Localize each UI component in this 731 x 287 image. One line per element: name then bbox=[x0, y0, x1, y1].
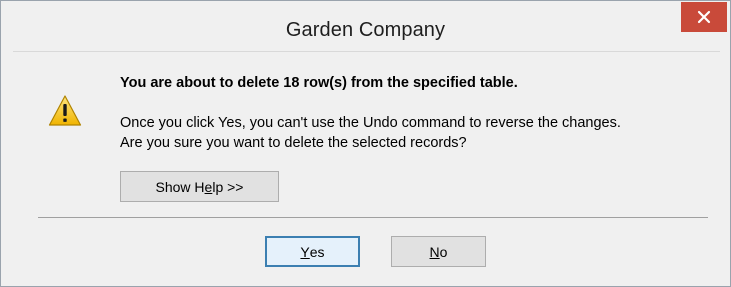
divider bbox=[38, 217, 708, 218]
close-icon bbox=[697, 10, 711, 24]
message-line-1: Once you click Yes, you can't use the Un… bbox=[120, 115, 621, 131]
dialog-body: You are about to delete 18 row(s) from t… bbox=[13, 51, 720, 267]
message-line-2: Are you sure you want to delete the sele… bbox=[120, 135, 467, 151]
show-help-label-post: lp >> bbox=[212, 178, 244, 195]
title-bar[interactable]: Garden Company bbox=[1, 1, 730, 51]
yes-button[interactable]: Yes bbox=[265, 236, 360, 267]
no-label-rest: o bbox=[439, 243, 448, 260]
close-button[interactable] bbox=[681, 2, 727, 32]
warning-triangle-icon bbox=[48, 95, 82, 126]
no-label-mnemonic: N bbox=[429, 243, 440, 260]
yes-label-mnemonic: Y bbox=[300, 243, 310, 260]
window-title: Garden Company bbox=[285, 19, 446, 41]
show-help-label-pre: Show H bbox=[155, 178, 205, 195]
message-heading: You are about to delete 18 row(s) from t… bbox=[120, 75, 518, 91]
confirm-delete-dialog: Garden Company You are about to delete 1… bbox=[0, 0, 731, 287]
no-button[interactable]: No bbox=[391, 236, 486, 267]
message-body: Once you click Yes, you can't use the Un… bbox=[120, 113, 621, 153]
show-help-label-mnemonic: e bbox=[204, 178, 213, 195]
yes-label-rest: es bbox=[309, 243, 325, 260]
show-help-button[interactable]: Show He lp >> bbox=[120, 171, 279, 202]
